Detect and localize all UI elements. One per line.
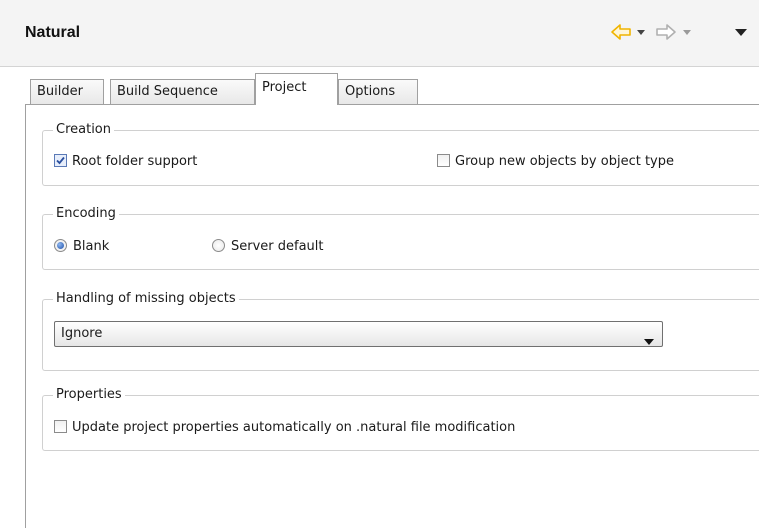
- root-folder-checkbox[interactable]: Root folder support: [54, 153, 197, 171]
- group-legend: Handling of missing objects: [53, 290, 239, 308]
- radio-selected-icon[interactable]: [54, 239, 67, 252]
- view-menu-icon[interactable]: [734, 22, 748, 42]
- group-by-type-label: Group new objects by object type: [455, 154, 674, 169]
- auto-update-checkbox[interactable]: Update project properties automatically …: [54, 419, 515, 437]
- group-legend: Encoding: [53, 205, 119, 223]
- encoding-blank-radio[interactable]: Blank: [54, 238, 109, 256]
- missing-objects-value: Ignore: [61, 326, 103, 341]
- back-arrow-icon[interactable]: [610, 22, 632, 42]
- encoding-group: Encoding: [42, 205, 759, 270]
- missing-objects-select[interactable]: Ignore: [54, 321, 663, 347]
- page-title: Natural: [25, 24, 81, 41]
- tab-options[interactable]: Options: [338, 79, 418, 104]
- editor-header: Natural: [0, 0, 759, 66]
- chevron-down-icon[interactable]: [635, 22, 647, 42]
- tab-builder[interactable]: Builder: [30, 79, 104, 104]
- encoding-server-default-radio[interactable]: Server default: [212, 238, 324, 256]
- checkbox-checked-icon[interactable]: [54, 154, 67, 167]
- tab-build-sequence[interactable]: Build Sequence: [110, 79, 255, 104]
- group-by-type-checkbox[interactable]: Group new objects by object type: [437, 153, 674, 171]
- auto-update-label: Update project properties automatically …: [72, 420, 516, 435]
- dropdown-arrow-icon[interactable]: [644, 331, 654, 355]
- encoding-server-default-label: Server default: [231, 239, 324, 254]
- tab-project[interactable]: Project: [255, 73, 338, 105]
- encoding-blank-label: Blank: [73, 239, 110, 254]
- root-folder-label: Root folder support: [72, 154, 198, 169]
- header-divider: [0, 66, 759, 67]
- checkbox-unchecked-icon[interactable]: [437, 154, 450, 167]
- forward-arrow-icon[interactable]: [655, 22, 677, 42]
- group-legend: Creation: [53, 121, 115, 139]
- group-legend: Properties: [53, 386, 125, 404]
- chevron-down-icon[interactable]: [681, 22, 693, 42]
- radio-unselected-icon[interactable]: [212, 239, 225, 252]
- checkbox-unchecked-icon[interactable]: [54, 420, 67, 433]
